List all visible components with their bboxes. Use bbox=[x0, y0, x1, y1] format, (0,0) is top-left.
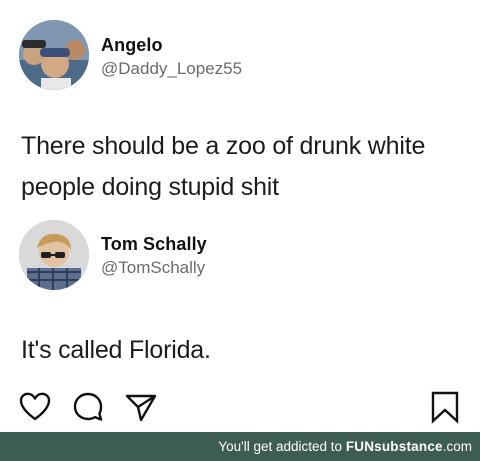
watermark-prefix: You'll get addicted to bbox=[218, 439, 346, 454]
avatar-tom-schally[interactable] bbox=[19, 220, 89, 290]
watermark-footer: You'll get addicted to FUNsubstance.com bbox=[0, 432, 480, 461]
tweet-text-line: It's called Florida. bbox=[21, 336, 211, 364]
watermark-text: You'll get addicted to FUNsubstance.com bbox=[218, 439, 472, 454]
watermark-brand-tail: .com bbox=[442, 439, 472, 454]
tweet-tom-schally: Tom Schally @TomSchally It's called Flor… bbox=[0, 0, 480, 380]
author-name[interactable]: Tom Schally bbox=[101, 234, 207, 255]
bookmark-icon[interactable] bbox=[428, 390, 462, 424]
author-handle[interactable]: @TomSchally bbox=[101, 258, 205, 278]
action-bar bbox=[0, 385, 480, 429]
watermark-brand: FUNsubstance bbox=[345, 439, 443, 454]
avatar-photo-icon bbox=[19, 220, 89, 290]
comment-icon[interactable] bbox=[71, 390, 105, 424]
send-icon[interactable] bbox=[124, 390, 158, 424]
tweet-text: It's called Florida. bbox=[21, 330, 480, 371]
heart-icon[interactable] bbox=[18, 390, 52, 424]
